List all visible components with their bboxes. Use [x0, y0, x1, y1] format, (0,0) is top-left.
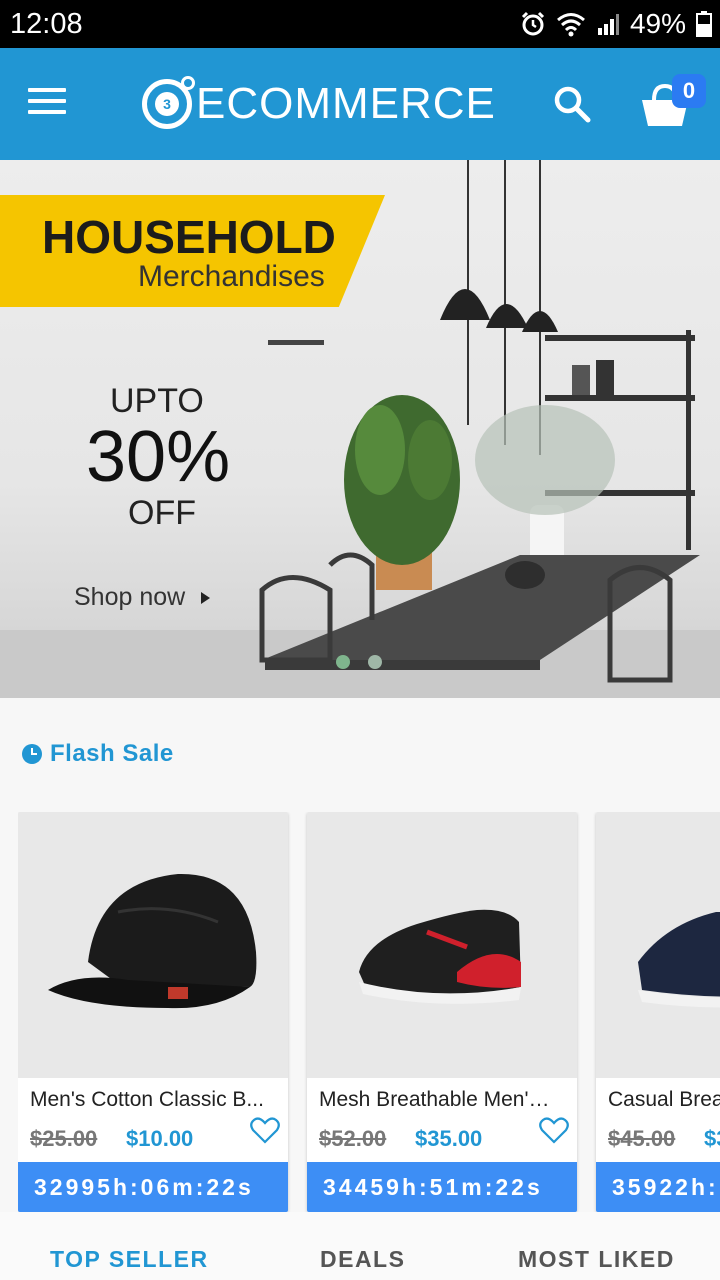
tab-deals[interactable]: DEALS	[320, 1246, 405, 1273]
status-bar: 12:08 49%	[0, 0, 720, 48]
product-card[interactable]: Mesh Breathable Men's ... $52.00 $35.00 …	[307, 812, 577, 1212]
product-new-price: $3	[704, 1126, 720, 1151]
flash-sale-carousel[interactable]: Men's Cotton Classic B... $25.00 $10.00 …	[18, 812, 720, 1212]
flash-sale-header: Flash Sale	[22, 740, 174, 768]
play-arrow-icon	[201, 591, 211, 604]
product-image	[596, 812, 720, 1078]
banner-discount: 30%	[86, 417, 231, 497]
brand-logo[interactable]: 3 ECOMMERCE	[142, 76, 496, 132]
cart-count-badge: 0	[672, 74, 706, 108]
heart-icon[interactable]	[250, 1116, 280, 1144]
shop-now-link[interactable]: Shop now	[74, 583, 211, 612]
menu-button[interactable]	[28, 88, 66, 118]
app-bar: 3 ECOMMERCE 0	[0, 48, 720, 160]
product-name: Casual Brea	[608, 1088, 720, 1111]
banner-subtitle: Merchandises	[138, 260, 325, 293]
shoe-image-icon	[638, 912, 720, 1008]
shoe-image-icon	[359, 909, 521, 1004]
alarm-icon	[521, 11, 545, 36]
banner-off: OFF	[128, 494, 196, 532]
cap-image-icon	[48, 873, 257, 1009]
product-image	[18, 812, 288, 1078]
carousel-indicator	[336, 655, 382, 669]
bottom-tabs: TOP SELLER DEALS MOST LIKED	[0, 1212, 720, 1280]
flash-sale-title: Flash Sale	[50, 740, 174, 767]
countdown-timer: 35922h:	[596, 1162, 720, 1212]
product-card[interactable]: Men's Cotton Classic B... $25.00 $10.00 …	[18, 812, 288, 1212]
product-old-price: $25.00	[30, 1126, 98, 1151]
product-new-price: $10.00	[126, 1126, 194, 1151]
search-icon[interactable]	[552, 84, 592, 124]
product-card[interactable]: Casual Brea $45.00 $3 35922h:	[596, 812, 720, 1212]
banner-title: HOUSEHOLD	[42, 211, 336, 263]
signal-icon	[597, 14, 619, 35]
logo-mark-icon: 3	[142, 76, 195, 129]
battery-percent: 49%	[629, 8, 686, 39]
carousel-dot[interactable]	[368, 655, 382, 669]
tab-top-seller[interactable]: TOP SELLER	[50, 1246, 209, 1273]
brand-name: ECOMMERCE	[196, 79, 496, 128]
battery-icon	[696, 11, 712, 37]
status-time: 12:08	[10, 8, 83, 40]
product-name: Men's Cotton Classic B...	[30, 1088, 264, 1111]
menu-icon	[28, 88, 66, 92]
product-image	[307, 812, 577, 1078]
product-old-price: $52.00	[319, 1126, 387, 1151]
shop-now-label: Shop now	[74, 583, 186, 611]
carousel-dot-active[interactable]	[336, 655, 350, 669]
countdown-timer: 32995h:06m:22s	[18, 1162, 288, 1212]
promo-banner[interactable]: HOUSEHOLD Merchandises UPTO 30% OFF Shop…	[0, 160, 720, 698]
clock-icon	[22, 744, 42, 764]
product-name: Mesh Breathable Men's ...	[319, 1088, 559, 1111]
tab-most-liked[interactable]: MOST LIKED	[518, 1246, 675, 1273]
status-icons: 49%	[520, 8, 712, 40]
countdown-timer: 34459h:51m:22s	[307, 1162, 577, 1212]
wifi-icon	[556, 13, 585, 37]
product-new-price: $35.00	[415, 1126, 483, 1151]
product-old-price: $45.00	[608, 1126, 676, 1151]
heart-icon[interactable]	[539, 1116, 569, 1144]
